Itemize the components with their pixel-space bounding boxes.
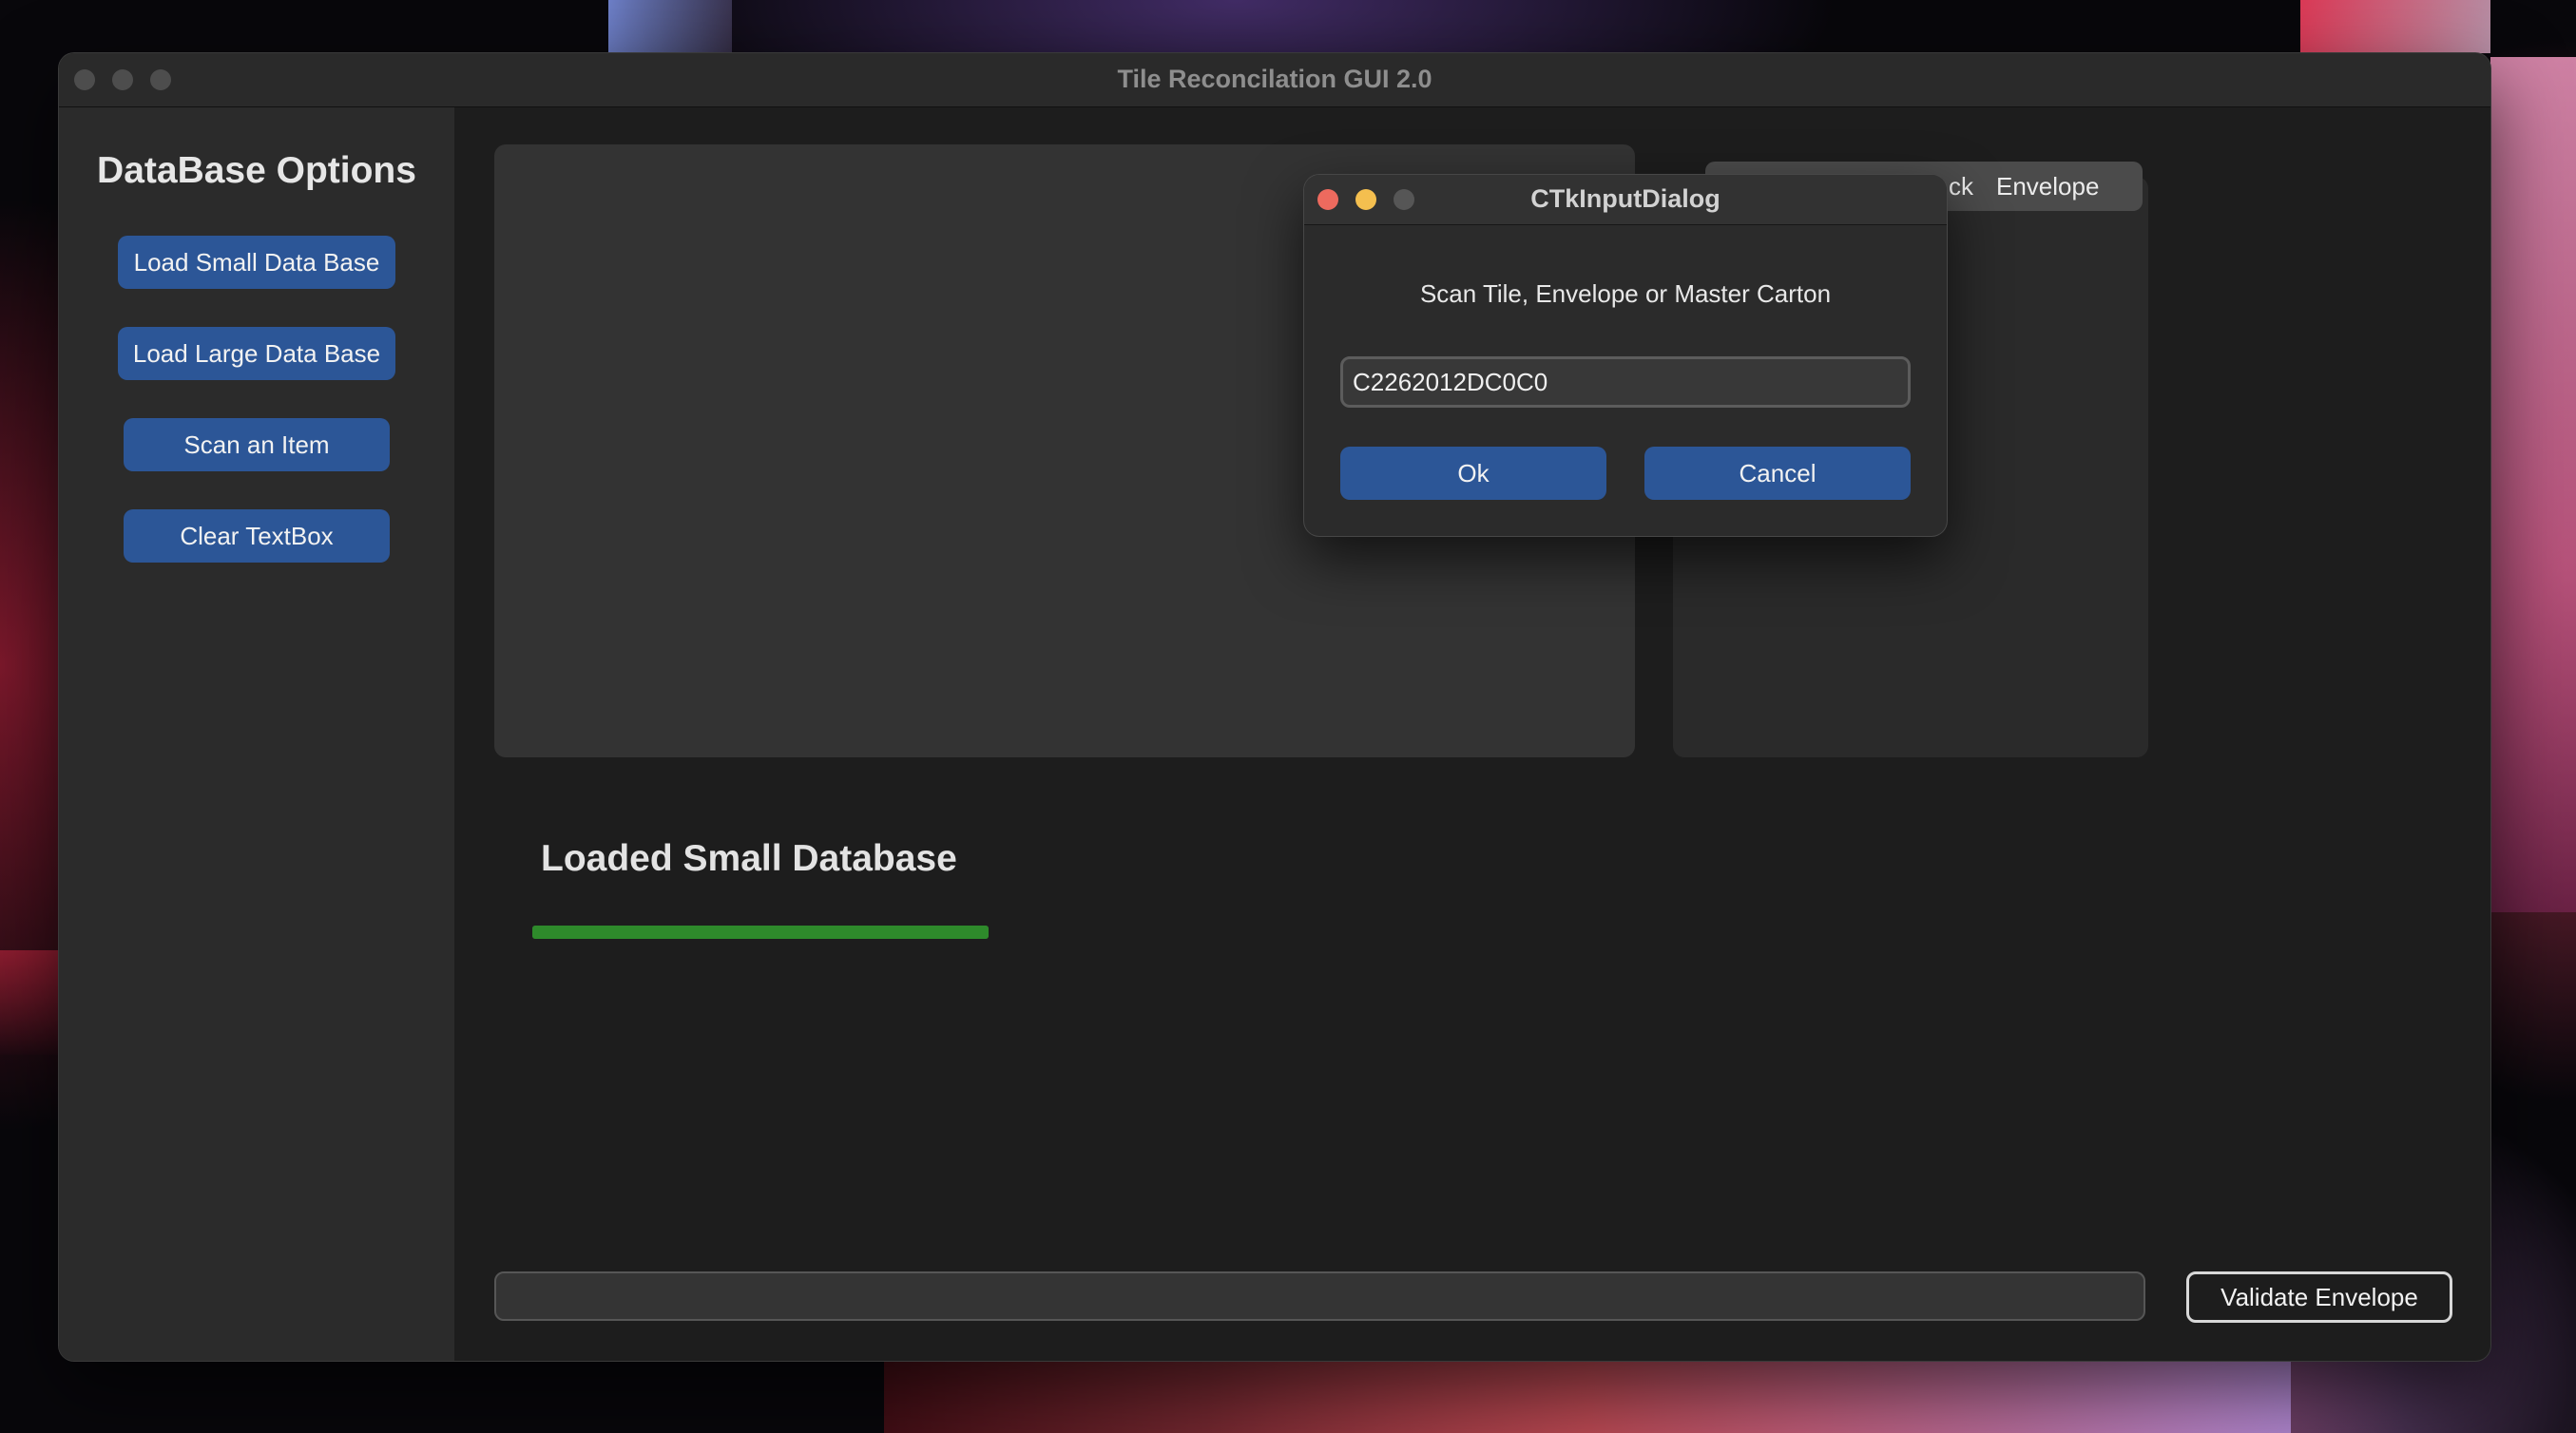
progress-bar-fill (532, 926, 989, 939)
cancel-button[interactable]: Cancel (1644, 447, 1911, 500)
sidebar-title: DataBase Options (97, 150, 416, 191)
window-titlebar[interactable]: Tile Reconcilation GUI 2.0 (59, 53, 2490, 107)
envelope-entry-field[interactable] (494, 1271, 2145, 1321)
ok-button[interactable]: Ok (1340, 447, 1606, 500)
wallpaper-streak (2300, 0, 2490, 53)
wallpaper-streak (2490, 57, 2576, 912)
dialog-title: CTkInputDialog (1530, 184, 1721, 213)
dialog-prompt: Scan Tile, Envelope or Master Carton (1419, 279, 1832, 308)
tab-partial-label[interactable]: ck (1949, 163, 1973, 209)
load-small-database-button[interactable]: Load Small Data Base (118, 236, 395, 289)
status-label: Loaded Small Database (541, 838, 957, 879)
load-large-database-button[interactable]: Load Large Data Base (118, 327, 395, 380)
scan-item-button[interactable]: Scan an Item (124, 418, 390, 471)
sidebar: DataBase Options (59, 107, 454, 1361)
validate-envelope-button[interactable]: Validate Envelope (2186, 1271, 2452, 1323)
main-window: Tile Reconcilation GUI 2.0 DataBase Opti… (59, 53, 2490, 1361)
wallpaper-streak (0, 950, 59, 1055)
wallpaper-streak (884, 1361, 2291, 1433)
input-dialog: CTkInputDialog Scan Tile, Envelope or Ma… (1304, 175, 1947, 536)
clear-textbox-button[interactable]: Clear TextBox (124, 509, 390, 563)
progress-bar (532, 926, 989, 939)
window-title: Tile Reconcilation GUI 2.0 (1117, 65, 1432, 93)
tab-envelope[interactable]: Envelope (1996, 163, 2099, 209)
dialog-titlebar[interactable]: CTkInputDialog (1304, 175, 1947, 225)
wallpaper-streak (608, 0, 732, 53)
scan-input-field[interactable] (1340, 356, 1911, 408)
